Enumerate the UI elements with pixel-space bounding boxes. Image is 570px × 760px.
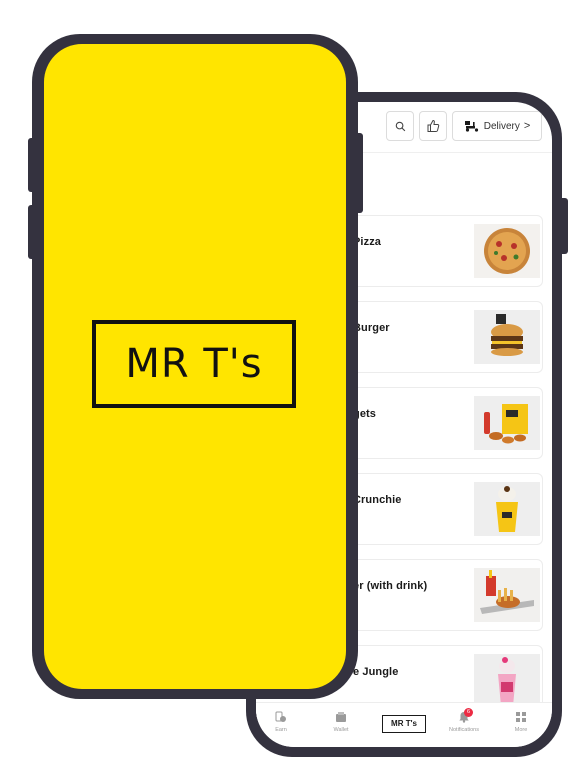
nav-more[interactable]: More xyxy=(496,711,546,733)
notification-badge: 6 xyxy=(464,708,473,717)
menu-item-label: e Jungle xyxy=(353,666,399,678)
search-button[interactable] xyxy=(386,111,414,141)
nav-earn-label: Earn xyxy=(275,727,287,733)
burger-image xyxy=(474,310,540,364)
back-phone-side-button xyxy=(562,198,568,254)
like-button[interactable] xyxy=(419,111,447,141)
delivery-label: Delivery xyxy=(483,120,520,132)
thumbs-up-icon xyxy=(427,119,440,132)
bottom-navigation: Earn Wallet MR T's 6 Notifications More xyxy=(256,702,552,747)
jungle-shake-image xyxy=(474,654,540,708)
pizza-image xyxy=(474,224,540,278)
delivery-mode-button[interactable]: Delivery > xyxy=(452,111,542,141)
delivery-scooter-icon xyxy=(464,121,478,132)
nav-notifications[interactable]: 6 Notifications xyxy=(439,708,489,733)
nav-wallet-label: Wallet xyxy=(333,727,349,733)
grid-icon xyxy=(516,712,526,722)
crunchie-shake-image xyxy=(474,482,540,536)
brand-logo: MR T's xyxy=(92,320,296,408)
splash-screen: MR T's xyxy=(44,44,346,689)
coins-icon xyxy=(275,711,286,722)
brand-logo-text: MR T's xyxy=(125,341,263,387)
nav-wallet[interactable]: Wallet xyxy=(316,711,366,733)
meal-with-drink-image xyxy=(474,568,540,622)
nav-notifications-label: Notifications xyxy=(449,727,479,733)
search-icon xyxy=(395,121,405,131)
menu-item-label: er (with drink) xyxy=(353,580,428,592)
chevron-right-icon: > xyxy=(523,120,531,132)
nuggets-meal-image xyxy=(474,396,540,450)
nav-earn[interactable]: Earn xyxy=(256,711,306,733)
wallet-icon xyxy=(336,712,346,722)
menu-item-label: Burger xyxy=(353,322,390,334)
front-phone-frame: MR T's xyxy=(32,34,358,699)
menu-item-label: Crunchie xyxy=(353,494,402,506)
nav-home-logo[interactable]: MR T's xyxy=(382,715,426,733)
nav-more-label: More xyxy=(514,727,528,733)
